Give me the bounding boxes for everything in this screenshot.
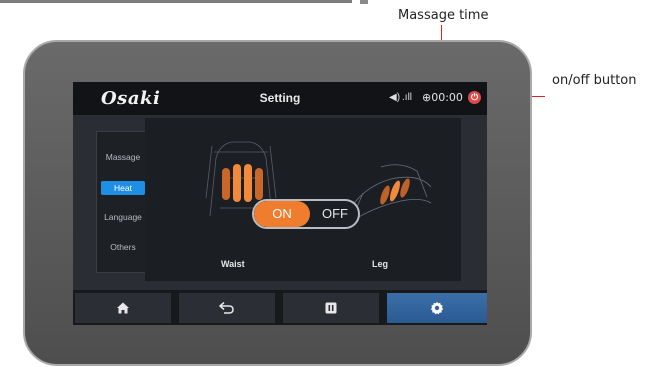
settings-content: Massage Heat Language Others ON OFF Wais… <box>73 115 487 290</box>
pause-button[interactable] <box>283 293 379 323</box>
bottom-nav <box>73 290 487 325</box>
heat-panel: ON OFF Waist Leg <box>145 118 461 281</box>
menu-item-others[interactable]: Others <box>97 242 149 252</box>
top-divider <box>0 0 352 3</box>
touch-screen: Osaki Setting ◀) .ıll ⊕00:00 ⏻ Massage H… <box>73 82 487 325</box>
leg-label: Leg <box>372 259 389 269</box>
top-divider-tab <box>360 0 368 4</box>
settings-button[interactable] <box>387 293 487 323</box>
back-button[interactable] <box>179 293 275 323</box>
gear-icon <box>430 301 444 315</box>
back-icon <box>219 301 234 314</box>
settings-menu: Massage Heat Language Others <box>96 131 150 273</box>
toggle-off-option[interactable]: OFF <box>312 201 358 227</box>
massage-timer: ⊕00:00 <box>422 91 463 104</box>
menu-item-language[interactable]: Language <box>97 212 149 222</box>
pause-icon <box>325 302 337 314</box>
menu-item-massage[interactable]: Massage <box>97 152 149 162</box>
toggle-on-option[interactable]: ON <box>254 201 310 227</box>
volume-signal-icon: ◀) .ıll <box>389 92 413 103</box>
status-bar: Osaki Setting ◀) .ıll ⊕00:00 ⏻ <box>73 82 487 115</box>
massage-time-annotation: Massage time <box>398 8 489 23</box>
heat-toggle[interactable]: ON OFF <box>252 199 360 229</box>
power-button[interactable]: ⏻ <box>468 91 481 104</box>
home-button[interactable] <box>75 293 171 323</box>
home-icon <box>117 302 129 314</box>
waist-label: Waist <box>221 259 245 269</box>
on-off-annotation: on/off button <box>552 73 637 88</box>
menu-item-heat[interactable]: Heat <box>101 181 145 195</box>
